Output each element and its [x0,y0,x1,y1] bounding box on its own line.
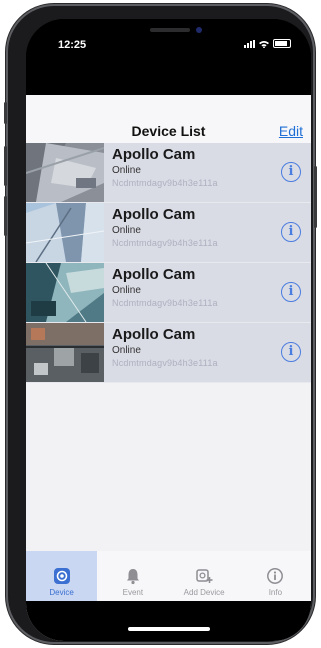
mute-switch [4,102,7,124]
device-row[interactable]: Apollo Cam Online Ncdmtmdagv9b4h3e111a i [26,323,311,383]
tab-device[interactable]: Device [26,551,98,601]
device-name: Apollo Cam [112,146,196,163]
device-status: Online [112,285,141,296]
navigation-bar: Device List Edit [26,95,311,143]
device-row[interactable]: Apollo Cam Online Ncdmtmdagv9b4h3e111a i [26,203,311,263]
tab-label: Device [49,588,74,597]
tab-label: Event [122,588,144,597]
status-icons [244,39,291,48]
device-name: Apollo Cam [112,326,196,343]
bell-icon [126,569,139,585]
signal-icon [244,40,255,48]
device-info-icon[interactable]: i [281,282,301,302]
device-name: Apollo Cam [112,266,196,283]
status-time: 12:25 [58,39,87,51]
add-device-icon [196,569,213,583]
device-name: Apollo Cam [112,206,196,223]
device-id: Ncdmtmdagv9b4h3e111a [112,238,218,248]
camera-icon [53,568,70,584]
edit-button[interactable]: Edit [279,123,303,139]
volume-down-button [4,196,7,236]
device-info-icon[interactable]: i [281,222,301,242]
volume-up-button [4,146,7,186]
battery-icon [273,39,291,48]
status-bar: 12:25 [26,19,311,95]
home-indicator[interactable] [128,627,210,631]
device-id: Ncdmtmdagv9b4h3e111a [112,298,218,308]
device-status: Online [112,345,141,356]
tab-bar: Device Event Add Device Info [26,551,311,601]
device-id: Ncdmtmdagv9b4h3e111a [112,178,218,188]
device-row[interactable]: Apollo Cam Online Ncdmtmdagv9b4h3e111a i [26,263,311,323]
device-thumbnail [26,203,104,262]
tab-event[interactable]: Event [97,551,168,601]
tab-info[interactable]: Info [240,551,311,601]
phone-screen: 12:25 Device List Edit Apollo Cam Online… [26,19,311,641]
device-thumbnail [26,143,104,202]
info-icon [267,568,284,584]
tab-label: Info [268,588,283,597]
speaker [150,28,190,32]
wifi-icon [259,41,269,48]
device-thumbnail [26,323,104,382]
device-info-icon[interactable]: i [281,162,301,182]
notch [104,19,234,49]
device-list: Apollo Cam Online Ncdmtmdagv9b4h3e111a i [26,143,311,383]
front-camera [196,27,202,33]
device-info-icon[interactable]: i [281,342,301,362]
device-thumbnail [26,263,104,322]
power-button [314,166,317,228]
device-id: Ncdmtmdagv9b4h3e111a [112,358,218,368]
tab-label: Add Device [183,588,225,597]
device-status: Online [112,225,141,236]
device-row[interactable]: Apollo Cam Online Ncdmtmdagv9b4h3e111a i [26,143,311,203]
app-content: Device List Edit Apollo Cam Online Ncdmt… [26,95,311,641]
home-indicator-area [26,601,311,641]
device-status: Online [112,165,141,176]
page-title: Device List [131,123,206,139]
tab-add-device[interactable]: Add Device [169,551,240,601]
